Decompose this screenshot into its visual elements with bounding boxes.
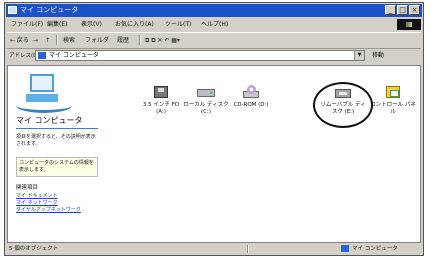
control-panel-icon (383, 84, 403, 100)
go-button[interactable]: 移動 (372, 51, 384, 60)
address-value: マイ コンピュータ (49, 52, 99, 59)
folders-button[interactable]: フォルダ (85, 36, 109, 45)
explorer-window: マイ コンピュータ _ □ × ファイル(F) 編集(E) 表示(V) お気に入… (4, 2, 424, 256)
search-button[interactable]: 検索 (63, 36, 75, 45)
history-button[interactable]: 履歴 (117, 36, 129, 45)
menu-view[interactable]: 表示(V) (81, 20, 102, 29)
status-location: マイ コンピュータ (352, 246, 398, 252)
drive-label: CD-ROM (D:) (233, 102, 269, 108)
toolbar-separator (139, 35, 141, 45)
close-button[interactable]: × (409, 5, 420, 15)
object-count: 5 個のオブジェクト (9, 246, 59, 252)
menu-help[interactable]: ヘルプ(H) (201, 20, 228, 29)
drive-label: リムーバブル ディスク (E:) (320, 102, 366, 115)
my-computer-icon (8, 6, 17, 14)
link-my-network[interactable]: マイ ネットワーク (16, 200, 81, 207)
pane-description: 項目を選択すると、その説明が表示されます。 (16, 134, 96, 147)
web-view-pane: マイ コンピュータ 項目を選択すると、その説明が表示されます。 コンピュータのシ… (10, 68, 102, 240)
title-bar[interactable]: マイ コンピュータ _ □ × (6, 4, 422, 17)
floppy-drive-icon (151, 84, 171, 100)
pane-divider (16, 128, 98, 129)
pane-tip: コンピュータのシステムの情報を表示します。 (16, 157, 98, 177)
link-my-documents[interactable]: マイ ドキュメント (16, 193, 81, 200)
pane-title: マイ コンピュータ (16, 116, 83, 125)
menu-favorites[interactable]: お気に入り(A) (115, 20, 154, 29)
cd-drive-icon (241, 84, 261, 100)
drive-label: ローカル ディスク (C:) (183, 102, 229, 115)
forward-button[interactable]: → (33, 36, 38, 45)
up-button[interactable]: ↑ (45, 36, 50, 45)
drive-removable-e[interactable]: リムーバブル ディスク (E:) (320, 84, 366, 116)
back-button[interactable]: ← 戻る (10, 36, 29, 45)
address-bar: アドレス(D) マイ コンピュータ ▼ 移動 (7, 49, 421, 63)
toolbar-extra-buttons[interactable]: ⧉ ⧉ ✕ ↶ ▦▾ (145, 36, 180, 45)
my-computer-icon (341, 245, 349, 252)
toolbar-separator (56, 35, 58, 45)
window-title: マイ コンピュータ (20, 6, 79, 14)
status-bar: 5 個のオブジェクト マイ コンピュータ (7, 244, 421, 254)
toolbar: ← 戻る → ↑ 検索 フォルダ 履歴 ⧉ ⧉ ✕ ↶ ▦▾ (7, 32, 421, 49)
control-panel-item[interactable]: コントロール パネル (370, 84, 416, 116)
drive-label: 3.5 インチ FD (A:) (142, 102, 180, 115)
menu-edit[interactable]: 編集(E) (47, 20, 67, 29)
content-area: マイ コンピュータ 項目を選択すると、その説明が表示されます。 コンピュータのシ… (7, 65, 421, 243)
status-divider (247, 245, 249, 253)
address-input[interactable]: マイ コンピュータ ▼ (35, 50, 365, 61)
menu-bar: ファイル(F) 編集(E) 表示(V) お気に入り(A) ツール(T) ヘルプ(… (7, 19, 421, 30)
window-controls: _ □ × (385, 5, 420, 15)
see-also-links: マイ ドキュメント マイ ネットワーク ダイヤルアップネットワーク (16, 193, 81, 214)
drive-cdrom-d[interactable]: CD-ROM (D:) (228, 84, 274, 109)
minimize-button[interactable]: _ (385, 5, 396, 15)
drive-label: コントロール パネル (370, 102, 416, 115)
see-also-label: 関連項目 (16, 185, 39, 191)
drive-floppy-a[interactable]: 3.5 インチ FD (A:) (138, 84, 184, 116)
menu-file[interactable]: ファイル(F) (11, 20, 43, 29)
my-computer-icon (38, 52, 46, 59)
windows-logo-icon (397, 19, 421, 30)
removable-disk-icon (333, 84, 353, 100)
maximize-button[interactable]: □ (397, 5, 408, 15)
address-dropdown-icon[interactable]: ▼ (354, 51, 364, 60)
menu-tools[interactable]: ツール(T) (165, 20, 191, 29)
link-dialup-networking[interactable]: ダイヤルアップネットワーク (16, 207, 81, 214)
drive-local-c[interactable]: ローカル ディスク (C:) (183, 84, 229, 116)
my-computer-large-icon (16, 72, 72, 113)
hard-disk-icon (196, 84, 216, 100)
